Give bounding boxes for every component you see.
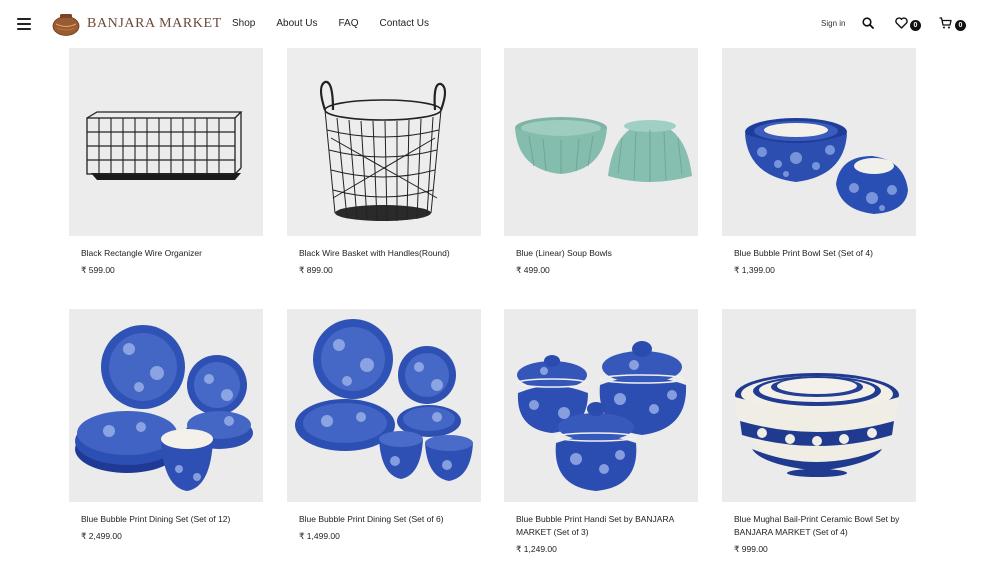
product-price: ₹ 599.00 [81,265,115,275]
heart-icon [895,17,908,29]
product-price: ₹ 1,499.00 [299,531,340,541]
product-card[interactable]: Black Wire Basket with Handles(Round) ₹ … [287,48,481,276]
logo-text: BANJARA MARKET [87,16,222,31]
product-image-blue-bubble-bowl-set[interactable] [722,48,916,236]
product-card[interactable]: Blue Mughal Bail-Print Ceramic Bowl Set … [722,309,916,555]
product-price: ₹ 499.00 [516,265,550,275]
product-price: ₹ 2,499.00 [81,531,122,541]
product-name[interactable]: Black Wire Basket with Handles(Round) [287,247,481,260]
product-name[interactable]: Blue Bubble Print Dining Set (Set of 6) [287,513,481,526]
product-card[interactable]: Blue Bubble Print Bowl Set (Set of 4) ₹ … [722,48,916,276]
product-name[interactable]: Blue Bubble Print Dining Set (Set of 12) [69,513,263,526]
product-name[interactable]: Blue (Linear) Soup Bowls [504,247,698,260]
wishlist-button[interactable]: 0 [894,16,924,32]
product-card[interactable]: Black Rectangle Wire Organizer ₹ 599.00 [69,48,263,276]
product-image-blue-bubble-handi-set[interactable] [504,309,698,502]
product-name[interactable]: Black Rectangle Wire Organizer [69,247,263,260]
site-logo[interactable]: BANJARA MARKET [52,12,222,36]
nav-faq[interactable]: FAQ [339,18,359,29]
product-price: ₹ 1,399.00 [734,265,775,275]
product-price: ₹ 1,249.00 [516,544,557,554]
nav-shop[interactable]: Shop [232,18,255,29]
product-image-blue-bubble-dining-12[interactable] [69,309,263,502]
sign-in-link[interactable]: Sign in [821,19,845,28]
cart-count-badge: 0 [955,20,966,31]
nav-about-us[interactable]: About Us [276,18,317,29]
site-header: BANJARA MARKET Shop About Us FAQ Contact… [0,0,1000,48]
product-card[interactable]: Blue Bubble Print Handi Set by BANJARA M… [504,309,698,555]
search-icon[interactable] [862,17,874,29]
product-image-black-wire-basket-round[interactable] [287,48,481,236]
product-image-blue-bubble-dining-6[interactable] [287,309,481,502]
hamburger-menu-icon[interactable] [17,18,31,30]
product-card[interactable]: Blue (Linear) Soup Bowls ₹ 499.00 [504,48,698,276]
product-name[interactable]: Blue Bubble Print Bowl Set (Set of 4) [722,247,916,260]
product-price: ₹ 899.00 [299,265,333,275]
product-card[interactable]: Blue Bubble Print Dining Set (Set of 6) … [287,309,481,542]
product-image-blue-linear-soup-bowls[interactable] [504,48,698,236]
product-image-blue-mughal-bowl-set[interactable] [722,309,916,502]
product-price: ₹ 999.00 [734,544,768,554]
product-image-black-rectangle-wire-organizer[interactable] [69,48,263,236]
wishlist-count-badge: 0 [910,20,921,31]
nav-contact-us[interactable]: Contact Us [380,18,429,29]
cart-button[interactable]: 0 [938,16,968,32]
product-name[interactable]: Blue Mughal Bail-Print Ceramic Bowl Set … [722,513,916,539]
product-name[interactable]: Blue Bubble Print Handi Set by BANJARA M… [504,513,698,539]
pot-logo-icon [52,14,80,36]
main-nav: Shop About Us FAQ Contact Us [232,18,450,29]
product-card[interactable]: Blue Bubble Print Dining Set (Set of 12)… [69,309,263,542]
cart-icon [939,17,952,29]
